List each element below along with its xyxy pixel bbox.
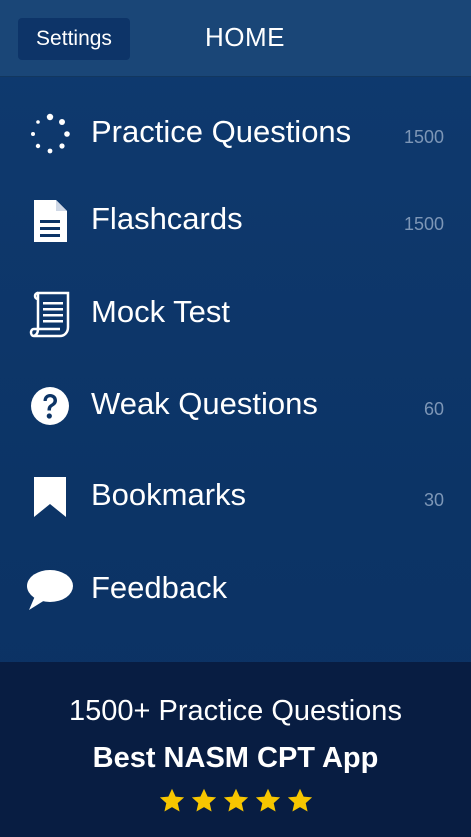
menu-item-feedback[interactable]: Feedback: [0, 544, 471, 636]
menu-item-label: Practice Questions: [91, 114, 352, 149]
menu-item-label: Mock Test: [91, 294, 230, 329]
menu-item-flashcards[interactable]: Flashcards 1500: [0, 175, 471, 267]
menu-item-weak-questions[interactable]: Weak Questions 60: [0, 360, 471, 452]
menu-item-label: Bookmarks: [91, 477, 247, 512]
speech-bubble-icon: [24, 565, 76, 615]
menu-item-practice-questions[interactable]: Practice Questions 1500: [0, 88, 471, 180]
star-icon: [223, 788, 248, 812]
main-menu: Practice Questions 1500 Flashcards 1500: [0, 76, 471, 662]
promo-banner[interactable]: 1500+ Practice Questions Best NASM CPT A…: [0, 662, 471, 837]
menu-item-label: Feedback: [91, 570, 228, 605]
scroll-icon: [24, 289, 76, 339]
menu-item-mock-test[interactable]: Mock Test: [0, 268, 471, 360]
navigation-bar: Settings HOME: [0, 0, 471, 77]
banner-tagline: Best NASM CPT App: [92, 742, 379, 774]
menu-item-count: 1500: [403, 127, 444, 147]
star-rating: [0, 787, 471, 815]
bookmark-icon: [24, 472, 76, 522]
question-circle-icon: [24, 381, 76, 431]
settings-button[interactable]: Settings: [18, 18, 130, 60]
menu-item-bookmarks[interactable]: Bookmarks 30: [0, 451, 471, 543]
page-title: HOME: [205, 22, 285, 52]
menu-item-count: 1500: [403, 214, 444, 234]
star-icon: [287, 788, 312, 812]
menu-item-count: 60: [423, 399, 444, 419]
spinner-dots-icon: [24, 109, 76, 159]
menu-item-label: Flashcards: [91, 201, 243, 236]
app-screen: Settings HOME Practice Questions 1500 Fl…: [0, 0, 471, 837]
star-icon: [191, 788, 216, 812]
menu-item-label: Weak Questions: [91, 386, 318, 421]
star-icon: [255, 788, 280, 812]
document-icon: [24, 196, 76, 246]
banner-headline: 1500+ Practice Questions: [69, 695, 402, 727]
menu-item-count: 30: [423, 490, 444, 510]
star-icon: [159, 788, 184, 812]
